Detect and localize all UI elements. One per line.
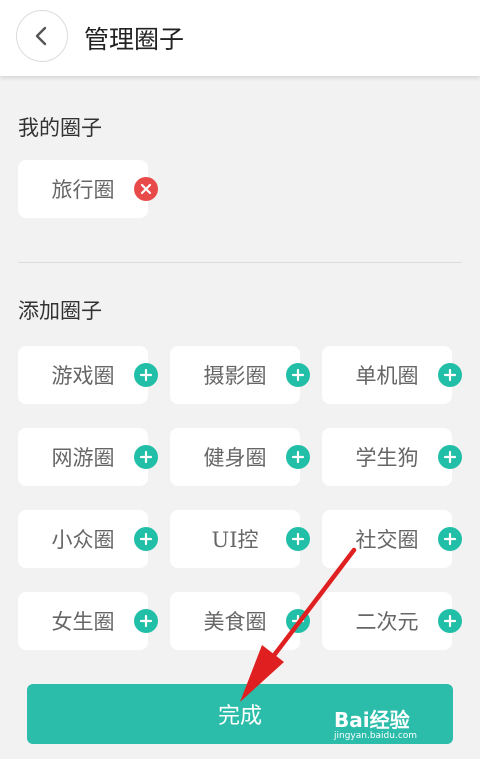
chevron-left-icon	[35, 26, 47, 46]
add-circle-chip[interactable]: UI控	[170, 510, 300, 568]
add-icon[interactable]	[134, 445, 158, 469]
add-circle-chip[interactable]: 学生狗	[322, 428, 452, 486]
chip-label: 摄影圈	[203, 364, 267, 388]
section-divider	[18, 262, 462, 263]
back-button[interactable]	[16, 10, 68, 62]
chip-label: 二次元	[355, 610, 419, 634]
chip-label: 美食圈	[203, 610, 267, 634]
add-icon[interactable]	[286, 445, 310, 469]
add-circle-chip[interactable]: 摄影圈	[170, 346, 300, 404]
add-circle-chip[interactable]: 社交圈	[322, 510, 452, 568]
add-circles-title: 添加圈子	[18, 299, 102, 323]
add-circle-chip[interactable]: 网游圈	[18, 428, 148, 486]
add-icon[interactable]	[134, 527, 158, 551]
chip-label: 游戏圈	[51, 364, 115, 388]
add-circle-chip[interactable]: 二次元	[322, 592, 452, 650]
add-circle-chip[interactable]: 游戏圈	[18, 346, 148, 404]
chip-label: 单机圈	[355, 364, 419, 388]
header-bar: 管理圈子	[0, 0, 480, 76]
add-icon[interactable]	[286, 609, 310, 633]
add-circle-chip[interactable]: 单机圈	[322, 346, 452, 404]
add-icon[interactable]	[286, 363, 310, 387]
chip-label: 健身圈	[203, 446, 267, 470]
chip-label: 社交圈	[355, 528, 419, 552]
my-circles-title: 我的圈子	[18, 116, 102, 140]
chip-label: 学生狗	[355, 446, 419, 470]
page-title: 管理圈子	[84, 25, 185, 54]
watermark-url: jingyan.baidu.com	[334, 731, 418, 741]
add-circle-chip[interactable]: 美食圈	[170, 592, 300, 650]
add-icon[interactable]	[134, 363, 158, 387]
chip-label: UI控	[211, 528, 259, 552]
add-icon[interactable]	[438, 527, 462, 551]
baidu-watermark: Bai经验 jingyan.baidu.com	[334, 704, 417, 741]
remove-icon[interactable]	[134, 177, 158, 201]
add-icon[interactable]	[438, 445, 462, 469]
chip-label: 女生圈	[51, 610, 115, 634]
add-circle-chip[interactable]: 健身圈	[170, 428, 300, 486]
add-icon[interactable]	[134, 609, 158, 633]
chip-label: 网游圈	[51, 446, 115, 470]
add-icon[interactable]	[286, 527, 310, 551]
add-icon[interactable]	[438, 609, 462, 633]
my-circle-chip[interactable]: 旅行圈	[18, 160, 148, 218]
add-icon[interactable]	[438, 363, 462, 387]
watermark-brand: Bai经验	[334, 708, 410, 732]
add-circle-chip[interactable]: 女生圈	[18, 592, 148, 650]
chip-label: 小众圈	[51, 528, 115, 552]
add-circle-chip[interactable]: 小众圈	[18, 510, 148, 568]
chip-label: 旅行圈	[51, 178, 115, 202]
